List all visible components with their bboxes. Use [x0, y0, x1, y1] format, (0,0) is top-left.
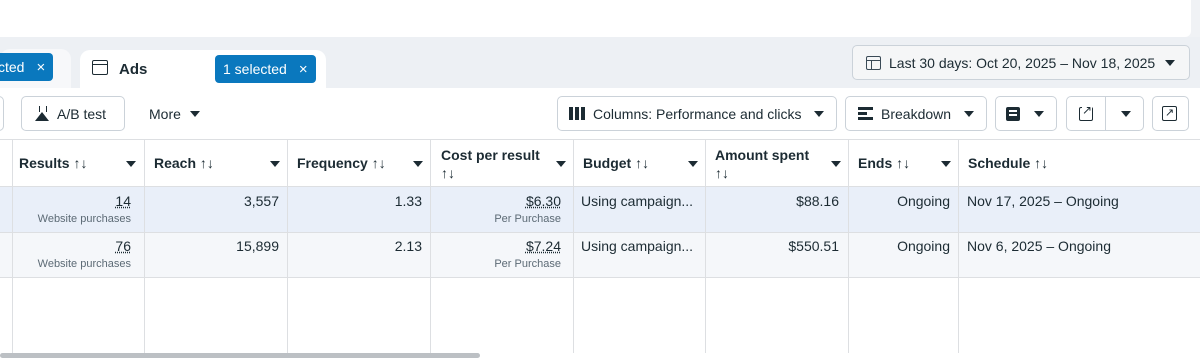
toolbar-button-partial[interactable]: [0, 96, 4, 131]
cost-value[interactable]: $7.24: [480, 237, 561, 255]
chevron-down-icon[interactable]: [126, 161, 136, 167]
schedule-value: Nov 6, 2025 – Ongoing: [967, 238, 1111, 254]
results-label: Website purchases: [37, 258, 131, 270]
row-border: [0, 277, 1200, 278]
date-range-picker[interactable]: Last 30 days: Oct 20, 2025 – Nov 18, 202…: [852, 45, 1190, 80]
column-header-schedule[interactable]: Schedule ↑↓: [968, 154, 1048, 172]
column-divider: [958, 139, 959, 353]
sort-icon[interactable]: ↑↓: [441, 165, 455, 181]
export-button[interactable]: [1066, 96, 1144, 131]
ends-value: Ongoing: [897, 193, 950, 209]
chevron-down-icon: [189, 111, 200, 117]
frequency-value: 2.13: [394, 238, 422, 254]
column-header-amount-spent[interactable]: Amount spent ↑↓: [715, 146, 809, 182]
cost-label: Per Purchase: [494, 258, 561, 270]
sort-icon[interactable]: ↑↓: [715, 165, 729, 181]
chevron-down-icon[interactable]: [270, 161, 280, 167]
frequency-value: 1.33: [394, 193, 422, 209]
results-value[interactable]: 14: [80, 192, 131, 210]
budget-value[interactable]: Using campaign...: [581, 237, 693, 255]
reach-value: 15,899: [236, 238, 279, 254]
columns-icon: [569, 107, 585, 120]
chevron-down-icon: [1121, 111, 1131, 117]
chevron-down-icon: [1034, 111, 1044, 117]
ends-value: Ongoing: [897, 238, 950, 254]
ads-selected-pill[interactable]: 1 selected ×: [215, 55, 316, 83]
column-divider: [705, 139, 706, 353]
close-icon[interactable]: ×: [36, 60, 45, 75]
chevron-down-icon[interactable]: [941, 161, 951, 167]
column-divider: [144, 139, 145, 353]
column-divider: [848, 139, 849, 353]
column-divider: [430, 139, 431, 353]
cost-label: Per Purchase: [494, 213, 561, 225]
chart-trend-icon: ↗: [1162, 106, 1177, 121]
reach-value: 3,557: [243, 193, 279, 209]
reports-button[interactable]: [995, 96, 1057, 131]
column-divider: [12, 139, 13, 353]
column-header-cost-per-result[interactable]: Cost per result ↑↓: [441, 146, 540, 182]
chevron-down-icon[interactable]: [413, 161, 423, 167]
search-bar[interactable]: [0, 0, 1191, 37]
reports-icon: [1006, 107, 1020, 121]
ads-selected-label: 1 selected: [223, 61, 287, 77]
horizontal-scrollbar[interactable]: [0, 353, 480, 358]
chevron-down-icon: [1165, 60, 1175, 66]
schedule-value: Nov 17, 2025 – Ongoing: [967, 193, 1119, 209]
sort-icon[interactable]: ↑↓: [896, 155, 910, 171]
sort-icon[interactable]: ↑↓: [372, 155, 386, 171]
breakdown-label: Breakdown: [881, 105, 952, 122]
close-icon[interactable]: ×: [299, 62, 308, 77]
column-header-results[interactable]: Results ↑↓: [19, 154, 87, 172]
selection-pill-label: cted: [0, 59, 25, 75]
ads-window-icon: [92, 60, 108, 75]
export-icon: [1079, 103, 1093, 121]
tab-ads[interactable]: Ads 1 selected ×: [80, 50, 326, 90]
column-header-ends[interactable]: Ends ↑↓: [858, 154, 910, 172]
sort-icon[interactable]: ↑↓: [635, 155, 649, 171]
column-divider: [573, 139, 574, 353]
ab-test-button[interactable]: A/B test: [21, 96, 125, 131]
chevron-down-icon: [964, 111, 974, 117]
table-top-border: [0, 139, 1200, 140]
chevron-down-icon[interactable]: [688, 161, 698, 167]
column-header-budget[interactable]: Budget ↑↓: [583, 154, 649, 172]
more-button[interactable]: More: [149, 106, 200, 122]
breakdown-icon: [858, 107, 873, 120]
calendar-icon: [866, 55, 881, 70]
column-header-frequency[interactable]: Frequency ↑↓: [297, 154, 386, 172]
date-range-label: Last 30 days: Oct 20, 2025 – Nov 18, 202…: [889, 54, 1156, 71]
chevron-down-icon[interactable]: [556, 161, 566, 167]
header-bottom-border: [0, 186, 1200, 187]
flask-icon: [35, 106, 49, 121]
tab-ads-label: Ads: [119, 61, 148, 78]
ab-test-label: A/B test: [57, 105, 107, 122]
view-charts-button[interactable]: ↗: [1152, 96, 1189, 131]
button-divider: [1105, 97, 1106, 130]
budget-value[interactable]: Using campaign...: [581, 192, 693, 210]
amount-spent-value: $88.16: [796, 193, 839, 209]
results-value[interactable]: 76: [80, 237, 131, 255]
chevron-down-icon[interactable]: [831, 161, 841, 167]
selection-pill[interactable]: cted ×: [0, 53, 54, 81]
amount-spent-value: $550.51: [788, 238, 839, 254]
column-divider: [287, 139, 288, 353]
sort-icon[interactable]: ↑↓: [1034, 155, 1048, 171]
sort-icon[interactable]: ↑↓: [73, 155, 87, 171]
row-border: [0, 232, 1200, 233]
breakdown-button[interactable]: Breakdown: [845, 96, 987, 131]
columns-label: Columns: Performance and clicks: [593, 105, 802, 122]
cost-value[interactable]: $6.30: [480, 192, 561, 210]
chevron-down-icon: [814, 111, 824, 117]
results-label: Website purchases: [37, 213, 131, 225]
sort-icon[interactable]: ↑↓: [200, 155, 214, 171]
more-label: More: [149, 106, 181, 122]
tab-campaigns[interactable]: cted ×: [0, 49, 71, 89]
columns-button[interactable]: Columns: Performance and clicks: [557, 96, 837, 131]
column-header-reach[interactable]: Reach ↑↓: [154, 154, 214, 172]
